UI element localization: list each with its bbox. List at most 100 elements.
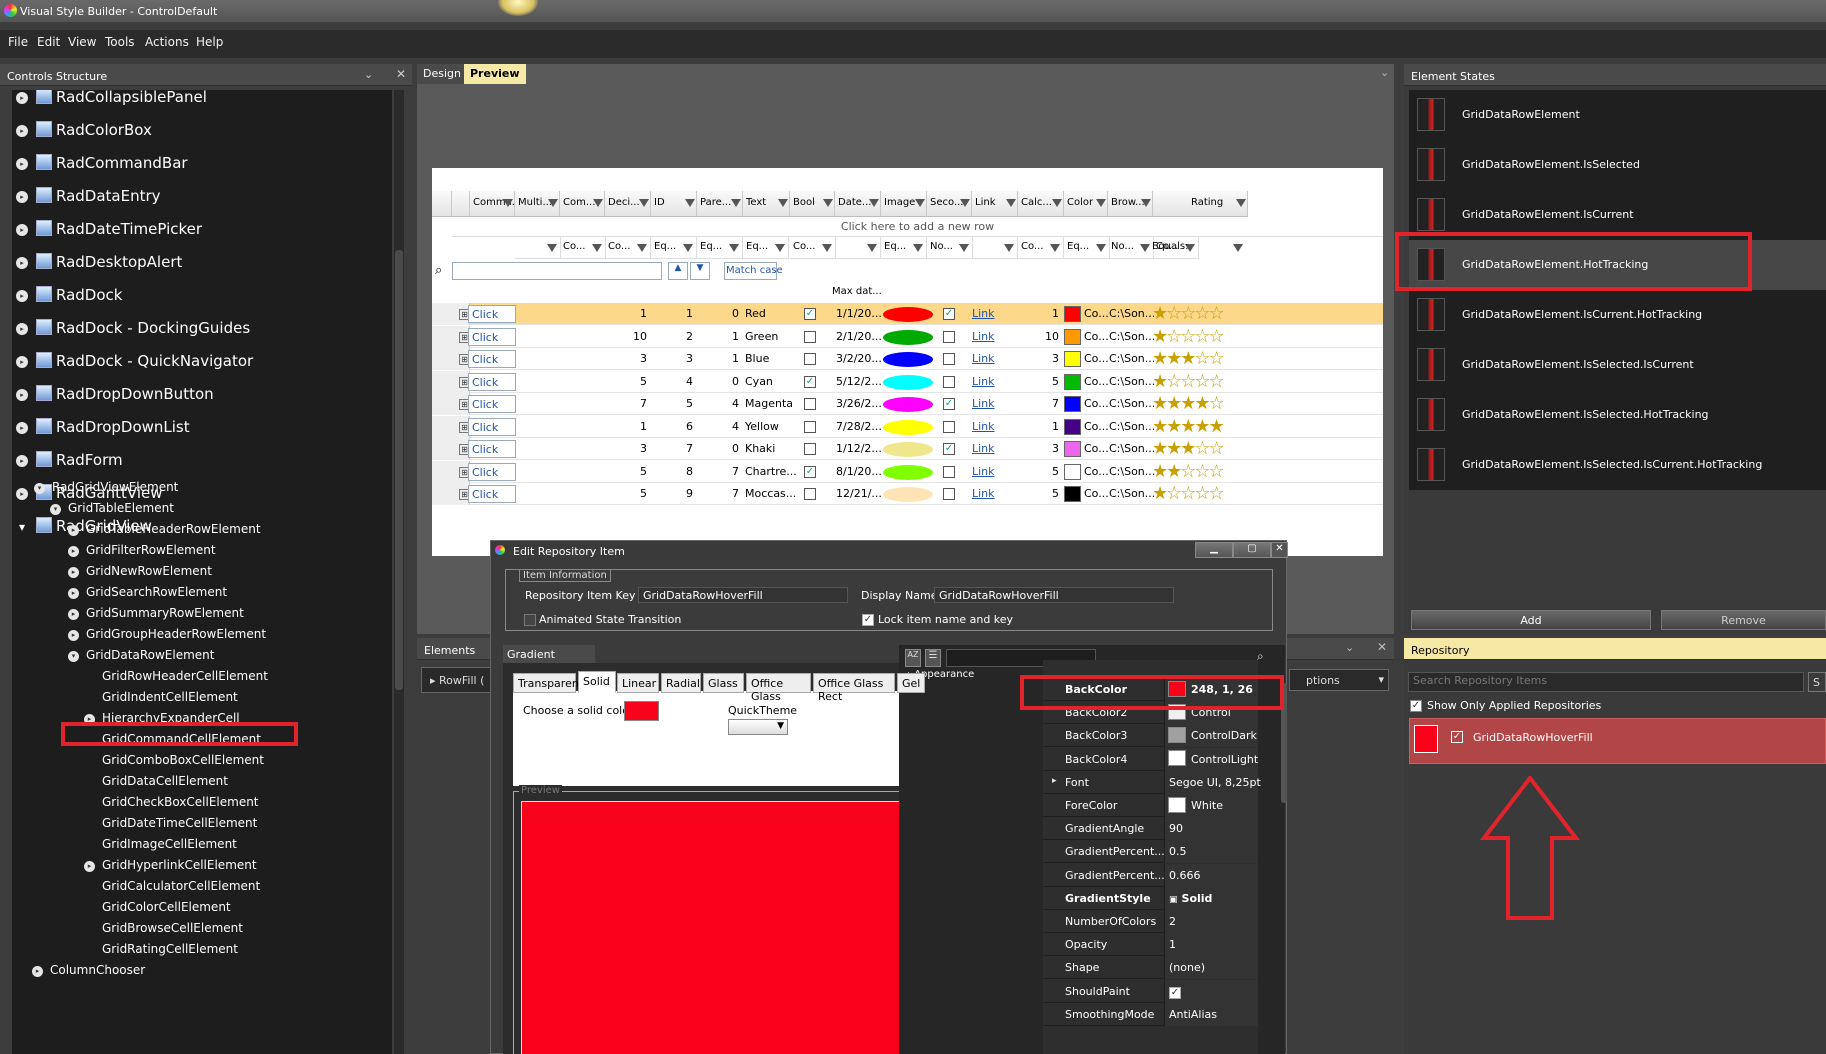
cell-link[interactable]: Link (972, 330, 995, 343)
cell-link[interactable]: Link (972, 420, 995, 433)
menu-tools[interactable]: Tools (105, 35, 135, 49)
filter-cell[interactable]: Eq... (697, 237, 743, 259)
property-row[interactable]: ShouldPaint ✓ (1043, 979, 1258, 1003)
sort-az-icon[interactable]: AZ (905, 649, 921, 667)
property-row[interactable]: GradientAngle 90 (1043, 817, 1258, 841)
filter-icon[interactable] (1233, 244, 1243, 252)
quicktheme-dropdown[interactable]: ▼ (728, 719, 788, 735)
table-row[interactable]: ⊞ Click 10 2 1 Green 2/1/20... Link 10 Co... C:\So… (432, 325, 1383, 348)
bool-checkbox[interactable] (804, 443, 816, 455)
menu-view[interactable]: View (68, 35, 96, 49)
filter-icon[interactable] (1004, 244, 1014, 252)
expander-icon[interactable]: ▸ (68, 588, 79, 599)
rating-stars[interactable]: ★☆☆☆☆ (1152, 372, 1225, 391)
click-button[interactable]: Click (468, 305, 516, 323)
filter-icon[interactable] (822, 244, 832, 252)
state-item[interactable]: GridDataRowElement.IsSelected.IsCurrent.… (1409, 440, 1826, 490)
expander-icon[interactable]: ▸ (84, 861, 95, 872)
expander-icon[interactable]: ▸ (16, 125, 28, 137)
tree-item[interactable]: ▸ RadCollapsiblePanel (12, 90, 392, 109)
expander-icon[interactable]: ▸ (16, 257, 28, 269)
tree-sub-item[interactable]: ▸ GridNewRowElement (68, 564, 212, 578)
filter-icon[interactable] (778, 199, 788, 207)
lock-checkbox[interactable]: ✓ (862, 614, 874, 626)
filter-icon[interactable] (1096, 199, 1106, 207)
display-name-input[interactable]: GridDataRowHoverFill (934, 587, 1174, 603)
tree-sub-item[interactable]: ▸ ColumnChooser (32, 963, 145, 977)
maximize-button[interactable]: ▢ (1233, 542, 1271, 558)
expander-icon[interactable]: ▸ (16, 455, 28, 467)
filter-icon[interactable] (729, 244, 739, 252)
tree-scrollbar[interactable] (394, 90, 404, 1054)
state-item[interactable]: GridDataRowElement (1409, 90, 1826, 140)
column-header[interactable]: Comma... (470, 191, 521, 217)
table-row[interactable]: ⊞ Click 7 5 4 Magenta 3/26/2... ✓ Link 7 Co... C:\S… (432, 393, 1383, 415)
tree-sub-item[interactable]: ▸ GridSummaryRowElement (68, 606, 244, 620)
table-row[interactable]: ⊞ Click 5 9 7 Moccas... 12/21/... Link 5 Co... C:\… (432, 483, 1383, 505)
table-row[interactable]: ⊞ Click 1 6 4 Yellow 7/28/2... Link 1 Co... C:\Son… (432, 415, 1383, 438)
filter-icon[interactable] (639, 199, 649, 207)
gradient-tab[interactable]: Radial (661, 673, 701, 693)
filter-icon[interactable] (1140, 244, 1150, 252)
tree-sub-item[interactable]: ▾ RadGridViewElement (34, 480, 178, 494)
match-case-button[interactable]: Match case (724, 262, 783, 280)
filter-icon[interactable] (731, 199, 741, 207)
table-row[interactable]: ⊞ Click 1 1 0 Red ✓ 1/1/20... ✓ Link 1 Co... C:\Son.… (432, 303, 1383, 325)
tree-sub-item[interactable]: GridCalculatorCellElement (102, 879, 260, 893)
chevron-down-icon[interactable]: ⌄ (1345, 641, 1354, 654)
cell-link[interactable]: Link (972, 307, 995, 320)
filter-cell[interactable]: Co... (790, 237, 836, 259)
secondary-checkbox[interactable]: ✓ (943, 308, 955, 320)
bool-checkbox[interactable]: ✓ (804, 465, 816, 478)
filter-cell[interactable]: Co... (605, 237, 651, 259)
filter-icon[interactable] (1052, 199, 1062, 207)
tree-item[interactable]: ▸ RadColorBox (12, 118, 392, 142)
expander-icon[interactable]: ▸ (16, 323, 28, 335)
rating-stars[interactable]: ★★☆☆☆ (1152, 462, 1225, 481)
column-header[interactable]: Color (1064, 191, 1108, 217)
tree-item[interactable]: ▸ RadDock - QuickNavigator (12, 349, 392, 373)
filter-icon[interactable] (637, 244, 647, 252)
property-value[interactable]: White (1164, 794, 1258, 817)
filter-cell[interactable]: No... (927, 237, 973, 259)
tree-item[interactable]: ▸ RadForm (12, 448, 392, 472)
tree-sub-item[interactable]: GridRowHeaderCellElement (102, 669, 268, 683)
bool-checkbox[interactable]: ✓ (804, 308, 816, 320)
gradient-tab[interactable]: Solid (578, 671, 616, 693)
tree-sub-item[interactable]: ▸ GridSearchRowElement (68, 585, 227, 599)
property-row[interactable]: ForeColor White (1043, 794, 1258, 817)
column-header[interactable]: Date... (835, 191, 881, 217)
property-value[interactable]: Segoe UI, 8,25pt (1164, 770, 1261, 794)
expander-icon[interactable]: ▸ (32, 966, 43, 977)
click-button[interactable]: Click (468, 372, 516, 391)
expander-icon[interactable]: ▸ (16, 191, 28, 203)
column-header[interactable]: Brow... (1108, 191, 1153, 217)
remove-button[interactable]: Remove (1661, 610, 1826, 630)
tree-sub-item[interactable]: GridDataCellElement (102, 774, 228, 788)
property-row[interactable]: BackColor4 ControlLight (1043, 747, 1258, 771)
minimize-button[interactable]: ▁ (1195, 542, 1233, 558)
tree-item[interactable]: ▸ RadDropDownButton (12, 382, 392, 406)
property-value[interactable]: 1 (1164, 933, 1258, 957)
property-value[interactable]: ▣ Solid (1164, 886, 1258, 910)
click-button[interactable]: Click (468, 350, 516, 368)
cell-link[interactable]: Link (972, 442, 995, 455)
tree-sub-item[interactable]: ▸ GridHyperlinkCellElement (84, 858, 257, 872)
state-item[interactable]: GridDataRowElement.IsSelected (1409, 140, 1826, 190)
cell-link[interactable]: Link (972, 352, 995, 365)
column-header[interactable]: Bool (790, 191, 835, 217)
column-header[interactable]: Link (972, 191, 1018, 217)
filter-icon[interactable] (867, 244, 877, 252)
rating-stars[interactable]: ★☆☆☆☆ (1152, 327, 1225, 346)
tree-item[interactable]: ▸ RadDock (12, 283, 392, 307)
filter-cell[interactable] (835, 237, 881, 259)
tab-design[interactable]: Design (417, 64, 467, 84)
filter-icon[interactable] (548, 199, 558, 207)
secondary-checkbox[interactable] (943, 488, 955, 500)
property-row[interactable]: NumberOfColors 2 (1043, 910, 1258, 933)
gradient-tab[interactable]: Office Glass (746, 673, 811, 703)
secondary-checkbox[interactable] (943, 420, 955, 433)
secondary-checkbox[interactable] (943, 375, 955, 388)
show-only-checkbox[interactable]: ✓ (1410, 700, 1422, 712)
filter-icon[interactable] (547, 244, 557, 252)
